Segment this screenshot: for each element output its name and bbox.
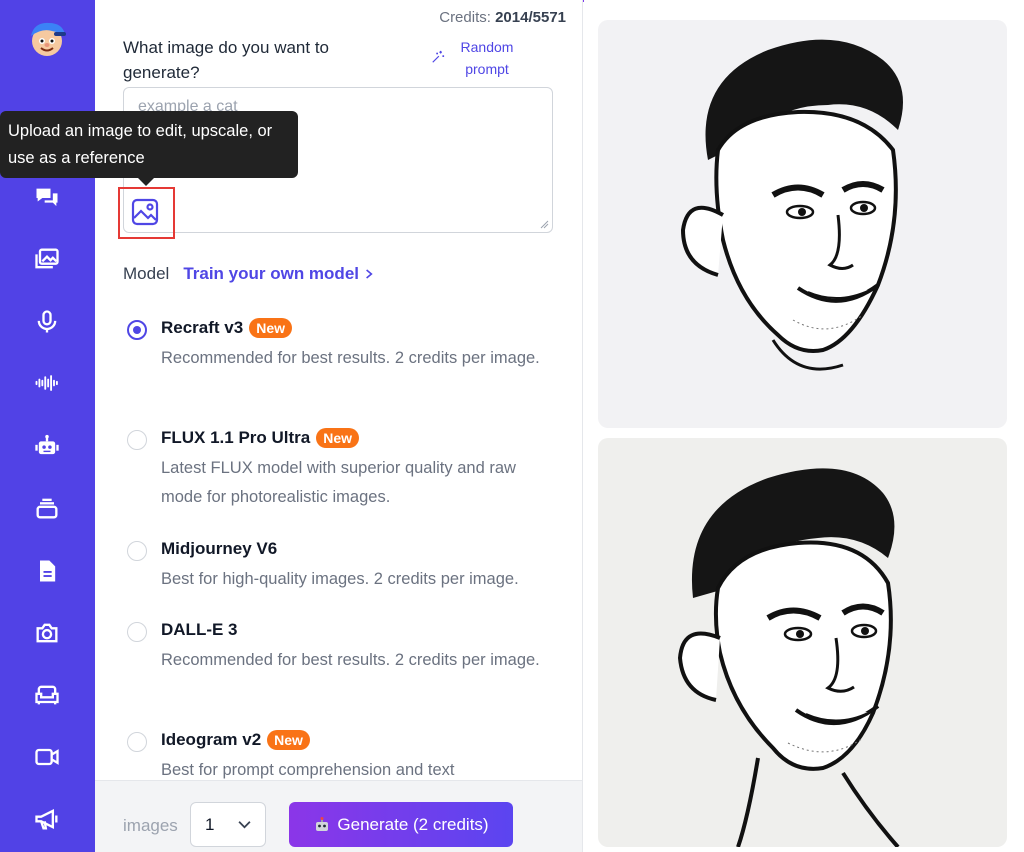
images-icon[interactable] [30, 242, 64, 276]
avatar[interactable] [22, 14, 72, 64]
document-icon[interactable] [30, 554, 64, 588]
model-option-description: Best for high-quality images. 2 credits … [161, 570, 519, 588]
images-label: images [123, 816, 178, 835]
train-model-link[interactable]: Train your own model [183, 264, 373, 284]
resize-handle[interactable] [540, 220, 549, 229]
generated-image-1[interactable] [598, 20, 1007, 428]
model-option-description: Recommended for best results. 2 credits … [161, 349, 540, 367]
model-radio[interactable] [127, 622, 147, 642]
model-radio[interactable] [127, 732, 147, 752]
random-prompt-button[interactable]: Random prompt [431, 36, 517, 80]
model-option-name: Midjourney V6 [161, 539, 278, 558]
model-option-name: DALL-E 3 [161, 620, 238, 639]
random-prompt-label: Random prompt [460, 39, 514, 77]
model-option-name: FLUX 1.1 Pro Ultra [161, 428, 311, 447]
image-count-value: 1 [205, 814, 215, 834]
image-count-select[interactable]: 1 [190, 802, 266, 847]
credits-label: Credits: [439, 9, 491, 26]
sofa-icon[interactable] [30, 678, 64, 712]
generate-bar: images 1 Generate (2 credits) [95, 780, 582, 852]
robot-icon [316, 816, 329, 831]
upload-image-button[interactable] [127, 195, 163, 229]
generated-image-2[interactable] [598, 438, 1007, 847]
model-radio[interactable] [127, 430, 147, 450]
model-option-name: Recraft v3 [161, 318, 244, 337]
stack-icon[interactable] [30, 491, 64, 525]
new-badge: New [249, 318, 293, 338]
model-option-description: Latest FLUX model with superior quality … [161, 459, 516, 506]
tooltip-arrow [137, 177, 155, 186]
model-radio[interactable] [127, 320, 147, 340]
credits-value: 2014/5571 [495, 9, 566, 26]
generate-label: Generate (2 credits) [337, 814, 489, 834]
generate-button[interactable]: Generate (2 credits) [289, 802, 513, 847]
caricature-image [677, 468, 900, 847]
waveform-icon[interactable] [30, 366, 64, 400]
model-label: Model [123, 264, 170, 283]
chevron-down-icon [238, 821, 251, 829]
megaphone-icon[interactable] [30, 802, 64, 836]
new-badge: New [316, 428, 360, 448]
microphone-icon[interactable] [30, 305, 64, 339]
train-model-label: Train your own model [183, 264, 359, 283]
camera-icon[interactable] [30, 616, 64, 650]
model-option-name: Ideogram v2 [161, 730, 262, 749]
chevron-right-icon [366, 269, 373, 279]
credits-counter: Credits: 2014/5571 [439, 9, 566, 26]
chat-icon[interactable] [30, 181, 64, 215]
prompt-question: What image do you want to generate? [123, 38, 330, 82]
results-panel [584, 0, 1024, 852]
image-icon [131, 198, 159, 226]
model-header: Model Train your own model [123, 264, 373, 284]
model-option-description: Recommended for best results. 2 credits … [161, 651, 540, 669]
caricature-image [680, 39, 903, 371]
robot-icon[interactable] [30, 429, 64, 463]
magic-wand-icon [432, 50, 445, 63]
model-radio[interactable] [127, 541, 147, 561]
upload-tooltip: Upload an image to edit, upscale, or use… [0, 111, 298, 178]
video-icon[interactable] [30, 740, 64, 774]
new-badge: New [267, 730, 310, 750]
